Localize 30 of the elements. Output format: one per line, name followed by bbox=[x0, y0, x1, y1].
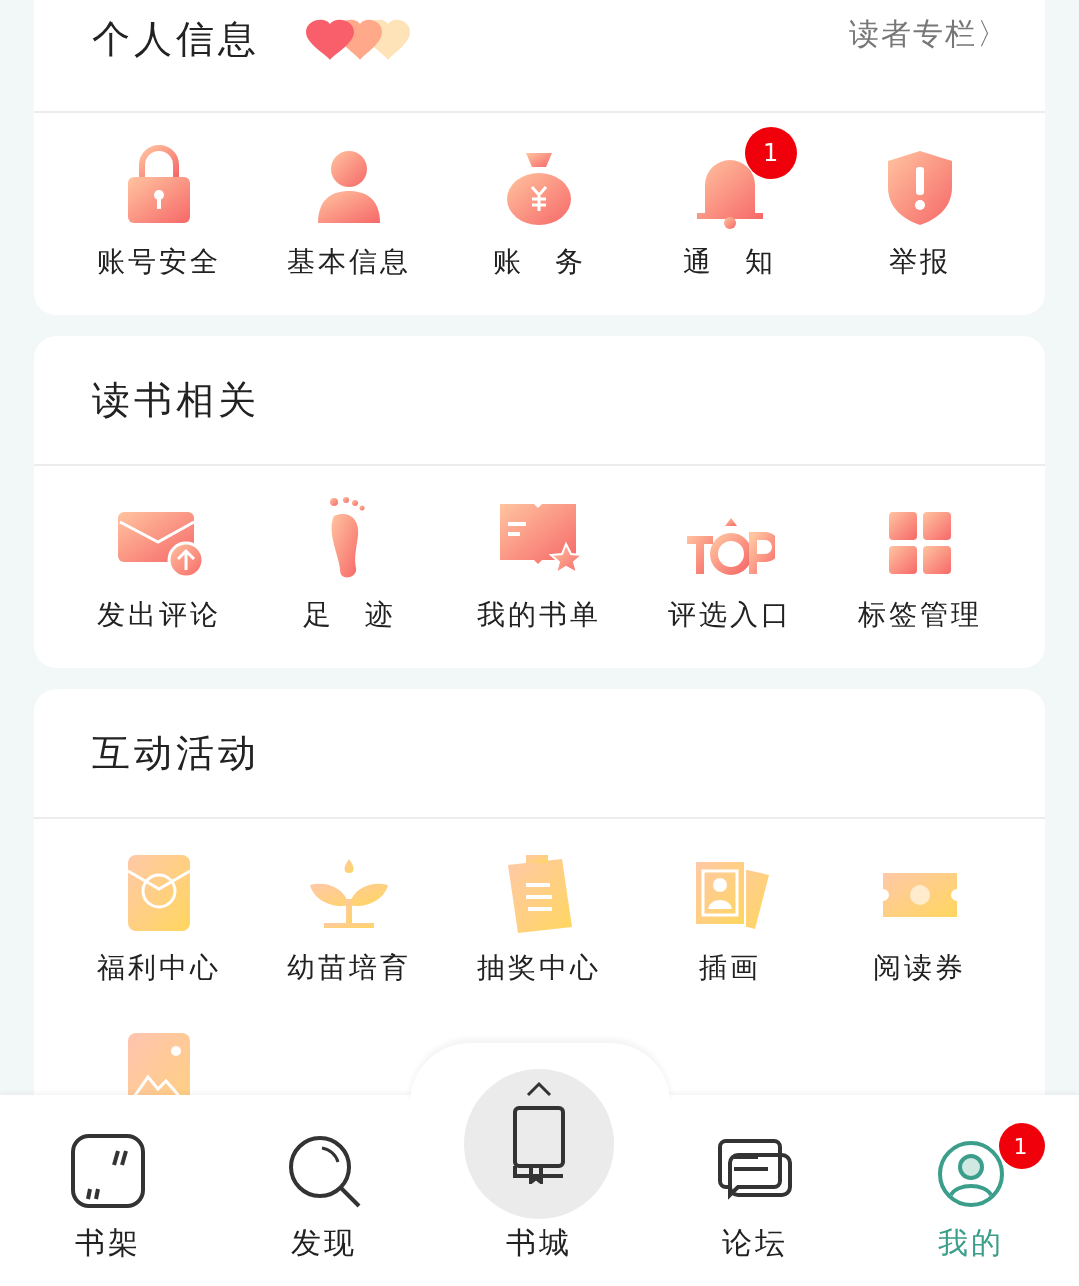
nav-tab[interactable]: 论坛 bbox=[647, 1095, 864, 1286]
section-title: 互动活动 bbox=[92, 729, 260, 777]
nav-tab[interactable]: 我的 1 bbox=[863, 1095, 1079, 1286]
notification-badge: 1 bbox=[999, 1123, 1045, 1169]
user-icon bbox=[936, 1139, 1007, 1209]
caret-up-icon bbox=[526, 1081, 553, 1097]
menu-item-label[interactable]: 通 知 bbox=[683, 243, 777, 281]
menu-item-label[interactable]: 评选入口 bbox=[667, 596, 792, 634]
menu-item-label[interactable]: 标签管理 bbox=[857, 596, 982, 634]
menu-item-label[interactable]: 我的书单 bbox=[477, 596, 602, 634]
book-icon bbox=[511, 1104, 568, 1184]
nav-tab[interactable]: 发现 bbox=[215, 1095, 432, 1286]
section-title: 个人信息 bbox=[92, 16, 260, 63]
menu-item-label[interactable]: 幼苗培育 bbox=[287, 949, 412, 987]
bookshelf-icon bbox=[69, 1133, 146, 1209]
menu-item-label[interactable]: 插画 bbox=[698, 949, 761, 987]
menu-item-label[interactable]: 发出评论 bbox=[97, 596, 222, 634]
reader-column-link[interactable]: 读者专栏〉 bbox=[849, 14, 1009, 55]
menu-item-label[interactable]: 举报 bbox=[888, 243, 951, 281]
menu-item-label[interactable]: 账 务 bbox=[493, 243, 586, 281]
menu-item-label[interactable]: 基本信息 bbox=[287, 243, 412, 281]
menu-item-label[interactable]: 抽奖中心 bbox=[477, 949, 602, 987]
nav-tab[interactable]: 书城 bbox=[431, 1051, 648, 1286]
notification-badge: 1 bbox=[744, 127, 797, 179]
menu-item-label[interactable]: 阅读券 bbox=[873, 949, 967, 987]
menu-item-label[interactable]: 足 迹 bbox=[302, 596, 396, 634]
menu-item-label[interactable]: 福利中心 bbox=[97, 949, 222, 987]
menu-item-label[interactable]: 账号安全 bbox=[97, 243, 222, 281]
section-title: 读书相关 bbox=[92, 376, 260, 424]
nav-tab[interactable]: 书架 bbox=[0, 1095, 216, 1286]
